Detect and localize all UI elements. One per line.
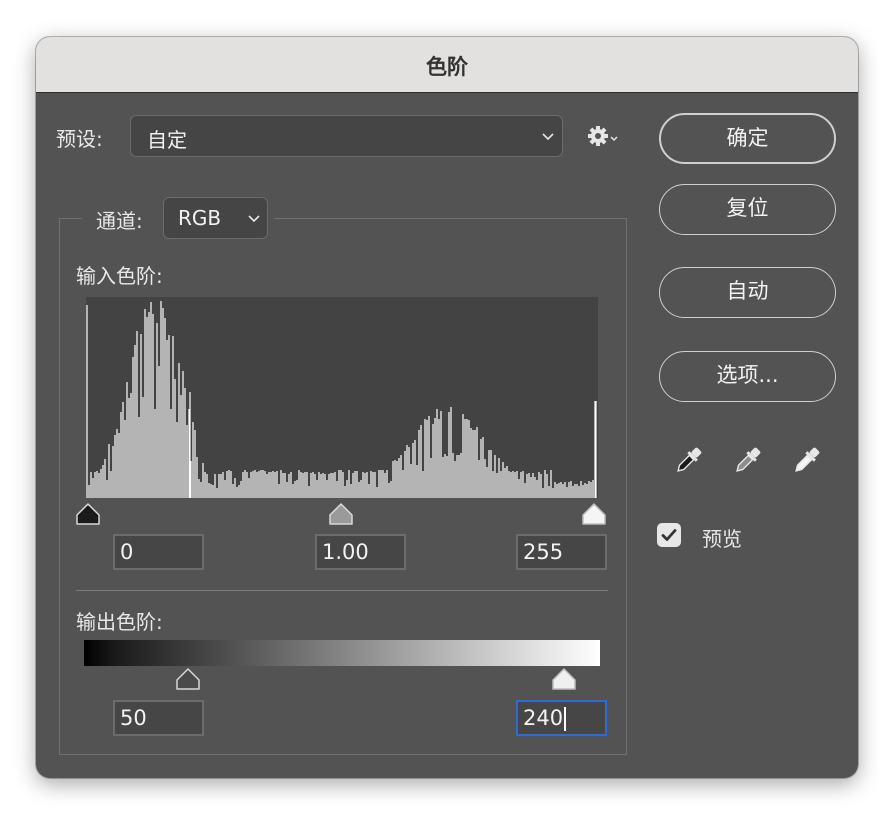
- output-white-field[interactable]: 240: [516, 700, 607, 736]
- chevron-down-icon: [248, 215, 260, 223]
- gear-icon[interactable]: [587, 124, 621, 150]
- auto-button[interactable]: 自动: [659, 267, 836, 318]
- input-gamma-slider[interactable]: [328, 502, 354, 526]
- preset-label: 预设:: [56, 127, 103, 151]
- options-button[interactable]: 选项...: [659, 351, 836, 402]
- chevron-down-icon: [542, 133, 554, 141]
- input-black-slider[interactable]: [75, 502, 101, 526]
- reset-button[interactable]: 复位: [659, 184, 836, 235]
- input-levels-label: 输入色阶:: [76, 264, 163, 288]
- title-bar[interactable]: 色阶: [36, 37, 858, 93]
- channel-value: RGB: [178, 206, 222, 230]
- histogram-bar-path: [86, 301, 597, 498]
- input-white-field[interactable]: 255: [516, 534, 607, 570]
- levels-dialog: 色阶 预设: 自定 通道: RGB 输入色阶: 0 1.00 255 输出色阶:…: [36, 37, 858, 778]
- dialog-title: 色阶: [426, 55, 468, 79]
- input-white-slider[interactable]: [581, 502, 607, 526]
- histogram-bars: [86, 301, 597, 498]
- channel-dropdown[interactable]: RGB: [163, 197, 268, 239]
- text-caret: [564, 707, 567, 731]
- output-gradient-bar: [84, 640, 600, 666]
- preview-checkbox[interactable]: [657, 523, 681, 547]
- input-gamma-field[interactable]: 1.00: [315, 534, 406, 570]
- channel-label: 通道:: [96, 209, 143, 233]
- black-eyedropper-icon[interactable]: [670, 443, 706, 479]
- divider: [76, 590, 608, 591]
- output-black-slider[interactable]: [175, 667, 201, 691]
- histogram: [86, 297, 598, 498]
- output-levels-label: 输出色阶:: [76, 610, 163, 634]
- output-black-field[interactable]: 50: [113, 700, 204, 736]
- input-black-field[interactable]: 0: [113, 534, 204, 570]
- checkmark-icon: [661, 529, 677, 541]
- gray-eyedropper-icon[interactable]: [729, 443, 765, 479]
- output-white-value: 240: [523, 706, 564, 730]
- output-white-slider[interactable]: [551, 667, 577, 691]
- white-eyedropper-icon[interactable]: [788, 443, 824, 479]
- preview-label[interactable]: 预览: [702, 523, 742, 552]
- preset-value: 自定: [147, 128, 187, 152]
- ok-button[interactable]: 确定: [659, 113, 836, 164]
- preset-dropdown[interactable]: 自定: [130, 115, 563, 157]
